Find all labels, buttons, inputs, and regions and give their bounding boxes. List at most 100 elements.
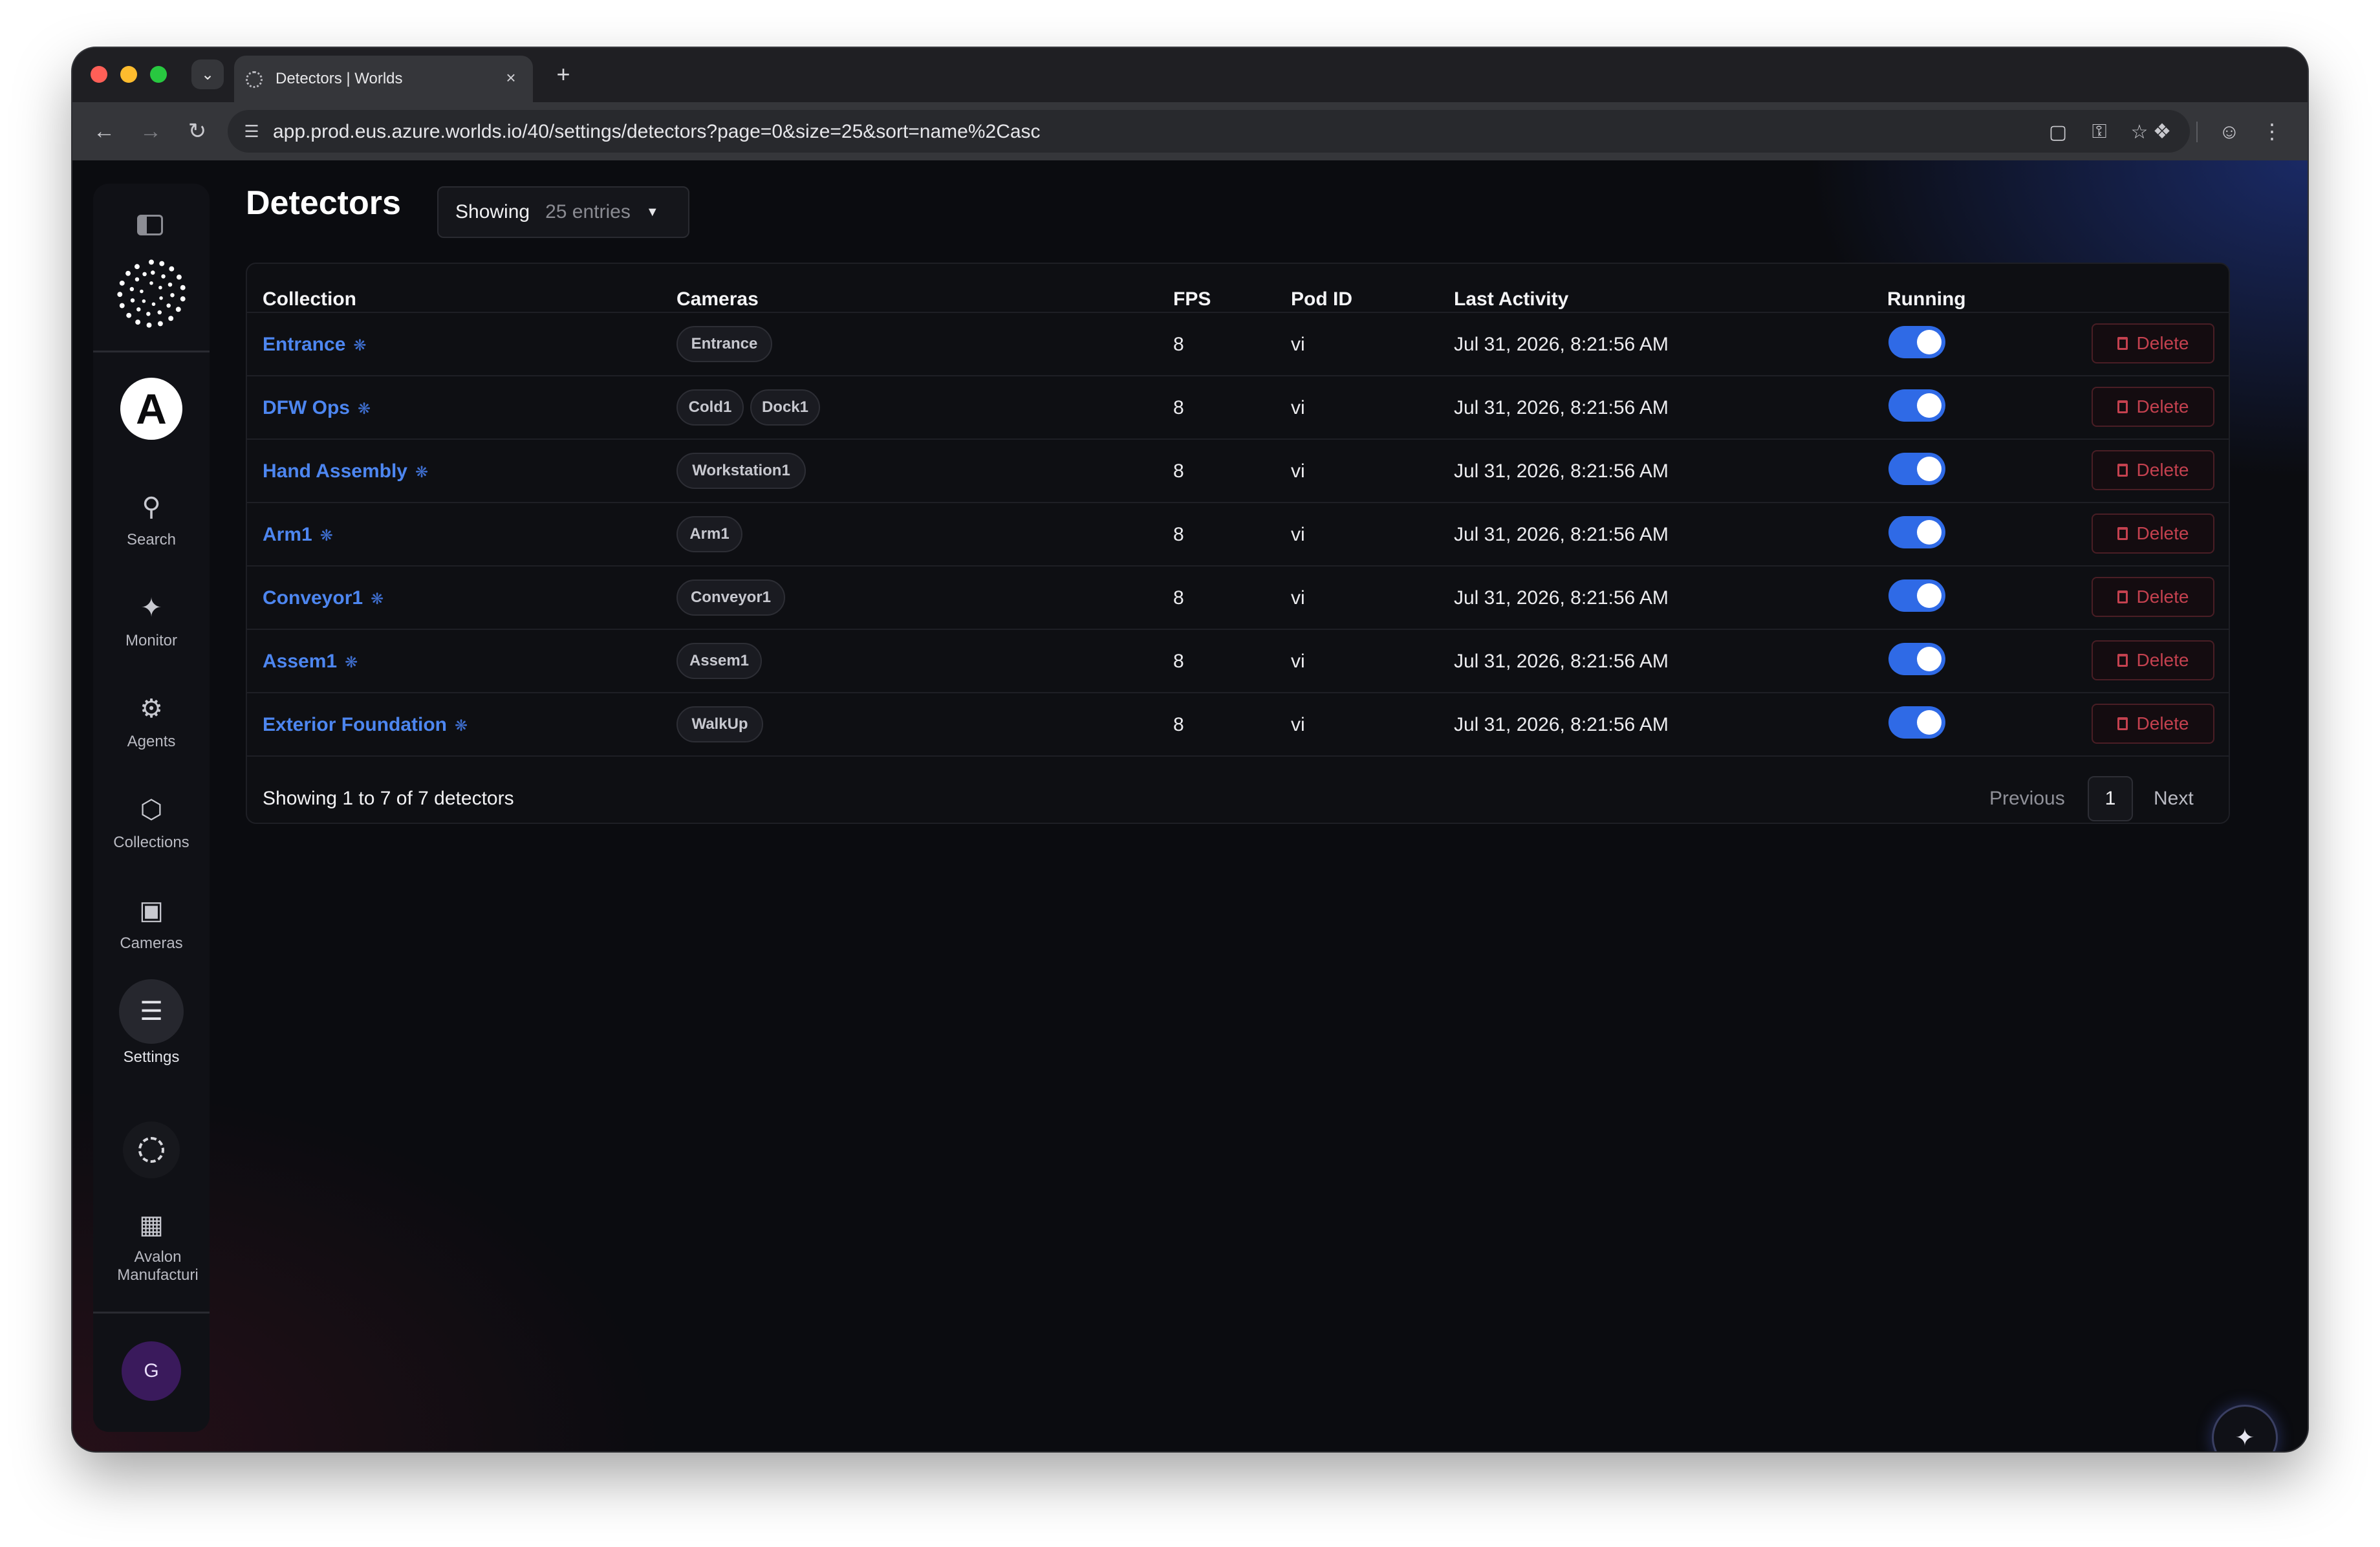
- entries-value: 25 entries: [545, 201, 631, 222]
- collection-cell[interactable]: Hand Assembly ❋: [263, 460, 428, 482]
- next-page-button[interactable]: Next: [2154, 788, 2194, 810]
- column-header-last-activity[interactable]: Last Activity: [1454, 288, 1568, 310]
- sparkle-icon: ✦: [2234, 1424, 2255, 1451]
- delete-button[interactable]: Delete: [2092, 704, 2214, 744]
- chevron-down-icon: ⌄: [200, 65, 215, 83]
- sidebar-item-site[interactable]: ▦ Avalon Manufacturi: [93, 1206, 210, 1284]
- close-tab-icon[interactable]: ×: [499, 66, 523, 89]
- camera-chip[interactable]: Entrance: [676, 326, 772, 362]
- sidebar-item-search[interactable]: ⚲ Search: [93, 488, 210, 550]
- running-toggle[interactable]: [1888, 516, 1945, 548]
- fps-cell: 8: [1173, 651, 1184, 672]
- gear-icon[interactable]: ❋: [353, 337, 366, 354]
- column-header-cameras[interactable]: Cameras: [676, 288, 759, 310]
- running-toggle[interactable]: [1888, 643, 1945, 675]
- trash-icon: [2117, 590, 2128, 603]
- gear-icon[interactable]: ❋: [320, 527, 333, 545]
- site-settings-icon[interactable]: ☰: [239, 119, 264, 144]
- install-app-icon[interactable]: ▢: [2045, 119, 2071, 145]
- collection-cell[interactable]: DFW Ops ❋: [263, 397, 371, 419]
- address-bar[interactable]: ☰ app.prod.eus.azure.worlds.io/40/settin…: [228, 110, 2190, 153]
- sidebar-toggle-icon[interactable]: [137, 215, 163, 235]
- new-tab-button[interactable]: +: [548, 60, 578, 89]
- collection-link[interactable]: Arm1: [263, 524, 312, 545]
- close-window-button[interactable]: [91, 66, 107, 83]
- running-toggle[interactable]: [1888, 579, 1945, 612]
- maximize-window-button[interactable]: [150, 66, 167, 83]
- last-activity-cell: Jul 31, 2026, 8:21:56 AM: [1454, 397, 1669, 418]
- collection-cell[interactable]: Entrance ❋: [263, 334, 367, 356]
- sidebar-divider: [93, 1312, 210, 1314]
- sidebar-item-monitor[interactable]: ✦ Monitor: [93, 589, 210, 651]
- browser-tab[interactable]: Detectors | Worlds ×: [234, 56, 533, 102]
- delete-button[interactable]: Delete: [2092, 323, 2214, 363]
- sidebar-item-collections[interactable]: ⬡ Collections: [93, 790, 210, 852]
- tab-search-button[interactable]: ⌄: [191, 60, 224, 89]
- collection-cell[interactable]: Conveyor1 ❋: [263, 587, 384, 609]
- delete-button[interactable]: Delete: [2092, 450, 2214, 490]
- password-key-icon[interactable]: ⚿: [2086, 119, 2112, 145]
- page-number-button[interactable]: 1: [2088, 776, 2133, 821]
- reload-button[interactable]: ↻: [181, 115, 213, 147]
- collection-cell[interactable]: Exterior Foundation ❋: [263, 714, 468, 736]
- delete-button[interactable]: Delete: [2092, 387, 2214, 427]
- ai-assistant-button[interactable]: ✦: [2212, 1405, 2278, 1451]
- table-row: Entrance ❋ Entrance 8 vi Jul 31, 2026, 8:…: [247, 312, 2229, 376]
- sidebar-item-settings[interactable]: ☰ Settings: [93, 979, 210, 1067]
- table-row: Hand Assembly ❋ Workstation1 8 vi Jul 31,…: [247, 438, 2229, 503]
- camera-chip[interactable]: Assem1: [676, 643, 762, 679]
- collection-cell[interactable]: Arm1 ❋: [263, 524, 333, 546]
- table-row: Conveyor1 ❋ Conveyor1 8 vi Jul 31, 2026, …: [247, 565, 2229, 630]
- delete-button[interactable]: Delete: [2092, 514, 2214, 554]
- url-text[interactable]: app.prod.eus.azure.worlds.io/40/settings…: [273, 121, 1041, 143]
- gear-icon[interactable]: ❋: [345, 654, 358, 671]
- minimize-window-button[interactable]: [120, 66, 137, 83]
- collection-link[interactable]: DFW Ops: [263, 397, 350, 418]
- sliders-icon: ☰: [119, 979, 184, 1044]
- column-header-pod-id[interactable]: Pod ID: [1291, 288, 1352, 310]
- forward-button[interactable]: →: [135, 115, 167, 147]
- gear-icon[interactable]: ❋: [415, 464, 428, 481]
- collection-link[interactable]: Conveyor1: [263, 587, 363, 609]
- column-header-fps[interactable]: FPS: [1173, 288, 1211, 310]
- delete-button[interactable]: Delete: [2092, 577, 2214, 617]
- collection-link[interactable]: Hand Assembly: [263, 460, 407, 482]
- sidebar-item-agents[interactable]: ⚙ Agents: [93, 689, 210, 752]
- collection-cell[interactable]: Assem1 ❋: [263, 651, 358, 673]
- column-header-running[interactable]: Running: [1887, 288, 1966, 310]
- camera-chip[interactable]: Conveyor1: [676, 579, 785, 616]
- camera-chip[interactable]: Workstation1: [676, 453, 806, 489]
- tab-strip: ⌄ Detectors | Worlds × +: [72, 48, 2308, 102]
- running-toggle[interactable]: [1888, 453, 1945, 485]
- activity-spinner-icon[interactable]: [123, 1121, 180, 1178]
- back-button[interactable]: ←: [88, 115, 120, 147]
- camera-chip[interactable]: Dock1: [750, 389, 820, 426]
- camera-chip[interactable]: Cold1: [676, 389, 744, 426]
- user-avatar[interactable]: G: [122, 1341, 181, 1401]
- column-header-collection[interactable]: Collection: [263, 288, 356, 310]
- trash-icon: [2117, 337, 2128, 350]
- more-menu-icon[interactable]: ⋮: [2256, 115, 2288, 147]
- extensions-icon[interactable]: ❖: [2146, 115, 2178, 147]
- running-toggle[interactable]: [1888, 326, 1945, 358]
- previous-page-button[interactable]: Previous: [1989, 788, 2065, 810]
- camera-chip[interactable]: Arm1: [676, 516, 742, 552]
- collection-link[interactable]: Exterior Foundation: [263, 714, 447, 735]
- gear-icon[interactable]: ❋: [358, 400, 371, 418]
- camera-chip[interactable]: WalkUp: [676, 706, 763, 742]
- page-title: Detectors: [246, 184, 401, 222]
- entries-per-page-select[interactable]: Showing 25 entries ▼: [437, 186, 689, 238]
- last-activity-cell: Jul 31, 2026, 8:21:56 AM: [1454, 714, 1669, 735]
- gear-icon[interactable]: ❋: [371, 590, 384, 608]
- delete-label: Delete: [2136, 523, 2189, 543]
- collection-link[interactable]: Entrance: [263, 334, 345, 355]
- org-avatar[interactable]: A: [120, 378, 182, 440]
- profile-icon[interactable]: ☺: [2213, 115, 2245, 147]
- collection-link[interactable]: Assem1: [263, 651, 337, 672]
- running-toggle[interactable]: [1888, 389, 1945, 422]
- sidebar-item-label: Cameras: [120, 935, 183, 952]
- running-toggle[interactable]: [1888, 706, 1945, 739]
- gear-icon[interactable]: ❋: [455, 717, 468, 735]
- sidebar-item-cameras[interactable]: ▣ Cameras: [93, 891, 210, 953]
- delete-button[interactable]: Delete: [2092, 640, 2214, 680]
